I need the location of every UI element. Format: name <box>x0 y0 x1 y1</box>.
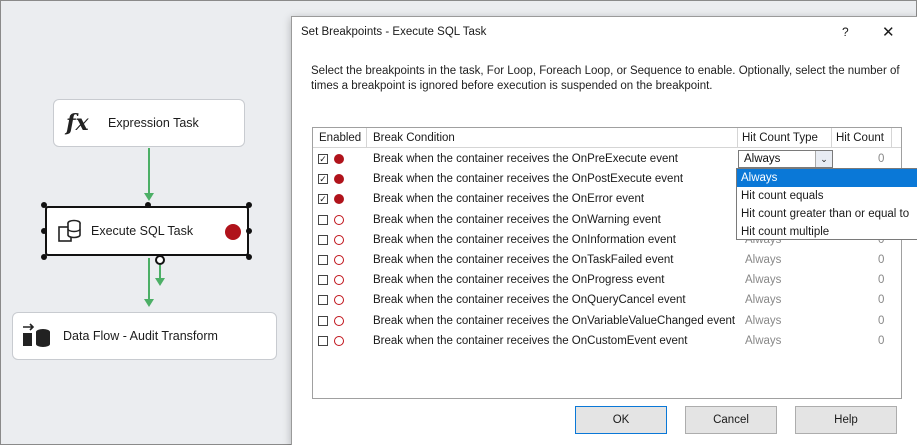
hit-count-type-cell[interactable]: Always <box>745 294 781 306</box>
breakpoint-row[interactable]: Break when the container receives the On… <box>313 270 901 290</box>
resize-handle[interactable] <box>41 202 47 208</box>
column-header-hit-count[interactable]: Hit Count <box>836 132 884 144</box>
chevron-down-icon[interactable]: ⌄ <box>815 151 832 167</box>
dialog-titlebar[interactable]: Set Breakpoints - Execute SQL Task ? ✕ <box>292 17 917 49</box>
breakpoint-dot-icon <box>334 194 344 205</box>
enabled-checkbox[interactable]: ✓ <box>318 154 328 164</box>
ok-button[interactable]: OK <box>575 406 667 434</box>
column-header-hit-count-type[interactable]: Hit Count Type <box>742 132 818 144</box>
column-divider[interactable] <box>891 128 892 148</box>
combo-value: Always <box>744 153 781 165</box>
breakpoint-row[interactable]: Break when the container receives the On… <box>313 290 901 310</box>
hit-count-cell[interactable]: 0 <box>878 254 884 266</box>
resize-handle[interactable] <box>41 228 47 234</box>
breakpoint-dot-icon <box>334 234 344 245</box>
breakpoint-dot-icon <box>334 335 344 346</box>
database-icon <box>58 219 81 242</box>
breakpoint-dot-icon <box>334 154 344 164</box>
column-header-enabled[interactable]: Enabled <box>319 132 361 144</box>
column-divider[interactable] <box>366 128 367 148</box>
close-icon[interactable]: ✕ <box>882 23 895 41</box>
expression-task-label: Expression Task <box>108 116 199 130</box>
set-breakpoints-dialog: Set Breakpoints - Execute SQL Task ? ✕ S… <box>291 16 917 445</box>
enabled-checkbox[interactable] <box>318 255 328 265</box>
help-question-icon[interactable]: ? <box>842 25 849 39</box>
enabled-checkbox[interactable] <box>318 214 328 225</box>
break-condition-text: Break when the container receives the On… <box>373 274 665 287</box>
execute-sql-task-label: Execute SQL Task <box>91 224 194 238</box>
dialog-description: Select the breakpoints in the task, For … <box>311 65 900 92</box>
resize-handle[interactable] <box>145 202 151 208</box>
dropdown-option[interactable]: Always <box>737 169 917 187</box>
precedence-connector-3[interactable] <box>148 258 150 300</box>
enabled-checkbox[interactable]: ✓ <box>318 174 328 185</box>
precedence-connector-2[interactable] <box>159 265 161 279</box>
column-header-break-condition[interactable]: Break Condition <box>373 132 455 144</box>
column-divider[interactable] <box>831 128 832 148</box>
hit-count-type-combo[interactable]: Always ⌄ <box>738 150 833 168</box>
hit-count-cell[interactable]: 0 <box>878 274 884 286</box>
cancel-button[interactable]: Cancel <box>685 406 777 434</box>
dropdown-option[interactable]: Hit count equals <box>737 187 917 205</box>
connector-arrow-icon <box>144 299 154 307</box>
hit-count-type-cell[interactable]: Always <box>745 335 781 347</box>
dialog-title: Set Breakpoints - Execute SQL Task <box>301 26 487 38</box>
data-flow-task[interactable]: Data Flow - Audit Transform <box>12 312 277 360</box>
breakpoint-row[interactable]: Break when the container receives the On… <box>313 250 901 270</box>
break-condition-text: Break when the container receives the On… <box>373 173 684 186</box>
breakpoint-indicator-icon <box>225 224 241 240</box>
dropdown-option[interactable]: Hit count multiple <box>737 223 917 241</box>
breakpoint-dot-icon <box>334 214 344 225</box>
breakpoint-dot-icon <box>334 315 344 326</box>
enabled-checkbox[interactable] <box>318 275 328 286</box>
break-condition-text: Break when the container receives the On… <box>373 153 678 165</box>
hit-count-type-cell[interactable]: Always <box>745 315 781 327</box>
connector-arrow-icon <box>155 278 165 286</box>
resize-handle[interactable] <box>246 228 252 234</box>
data-flow-icon <box>23 323 50 347</box>
breakpoint-row[interactable]: Break when the container receives the On… <box>313 311 901 331</box>
execute-sql-task[interactable]: Execute SQL Task <box>45 206 249 256</box>
breakpoint-row[interactable]: ✓ Break when the container receives the O… <box>313 149 901 169</box>
enabled-checkbox[interactable] <box>318 335 328 346</box>
breakpoint-dot-icon <box>334 295 344 306</box>
output-port-icon[interactable] <box>155 255 165 265</box>
dropdown-option[interactable]: Hit count greater than or equal to <box>737 205 917 223</box>
break-condition-text: Break when the container receives the On… <box>373 314 736 327</box>
help-button[interactable]: Help <box>795 406 897 434</box>
breakpoint-row[interactable]: Break when the container receives the On… <box>313 331 901 351</box>
expression-task[interactable]: fx Expression Task <box>53 99 245 147</box>
break-condition-text: Break when the container receives the On… <box>373 334 688 347</box>
precedence-connector-1[interactable] <box>148 148 150 194</box>
break-condition-text: Break when the container receives the On… <box>373 193 645 206</box>
break-condition-text: Break when the container receives the On… <box>373 294 686 307</box>
column-divider[interactable] <box>737 128 738 148</box>
enabled-checkbox[interactable]: ✓ <box>318 194 328 205</box>
enabled-checkbox[interactable] <box>318 315 328 326</box>
breakpoint-dot-icon <box>334 255 344 265</box>
hit-count-type-cell[interactable]: Always <box>745 254 781 266</box>
control-flow-canvas: fx Expression Task Execute SQL Task Data… <box>1 1 291 445</box>
hit-count-cell[interactable]: 0 <box>878 335 884 347</box>
hit-count-cell[interactable]: 0 <box>878 294 884 306</box>
expression-fx-icon: fx <box>66 110 89 136</box>
hit-count-type-cell[interactable]: Always <box>745 274 781 286</box>
break-condition-text: Break when the container receives the On… <box>373 213 661 226</box>
breakpoint-dot-icon <box>334 174 344 185</box>
hit-count-cell[interactable]: 0 <box>878 153 884 165</box>
breakpoint-dot-icon <box>334 275 344 286</box>
data-flow-task-label: Data Flow - Audit Transform <box>63 329 218 343</box>
enabled-checkbox[interactable] <box>318 234 328 245</box>
resize-handle[interactable] <box>246 254 252 260</box>
connector-arrow-icon <box>144 193 154 201</box>
hit-count-cell[interactable]: 0 <box>878 315 884 327</box>
hit-count-type-dropdown[interactable]: Always Hit count equals Hit count greater … <box>736 168 917 240</box>
resize-handle[interactable] <box>246 202 252 208</box>
grid-header: Enabled Break Condition Hit Count Type H… <box>313 128 901 148</box>
break-condition-text: Break when the container receives the On… <box>373 233 677 246</box>
enabled-checkbox[interactable] <box>318 295 328 306</box>
resize-handle[interactable] <box>41 254 47 260</box>
break-condition-text: Break when the container receives the On… <box>373 254 674 266</box>
